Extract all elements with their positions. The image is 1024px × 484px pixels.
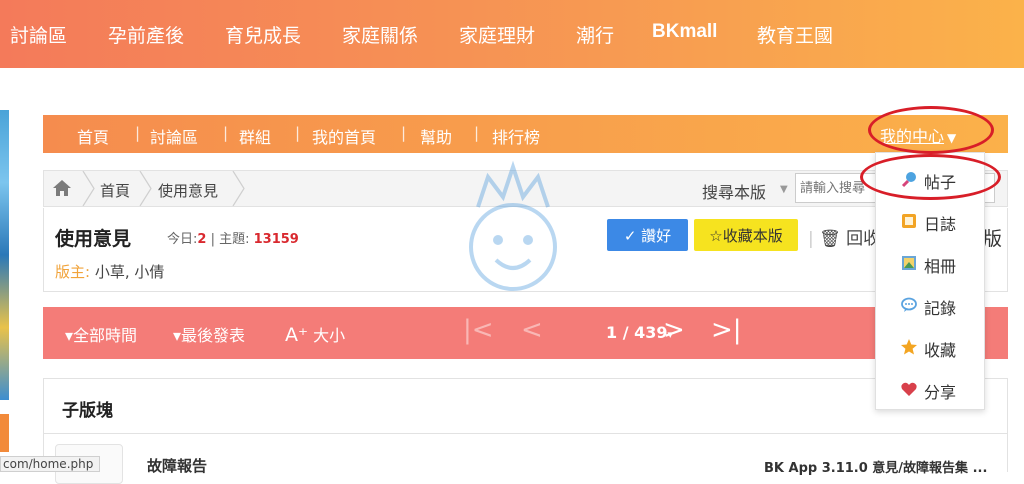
menu-item-label: 相冊 (924, 257, 957, 276)
menu-item-label: 日誌 (924, 215, 957, 234)
top-nav-forum[interactable]: 討論區 (10, 21, 67, 48)
prev-page-icon: < (521, 315, 543, 345)
record-icon (901, 297, 917, 312)
moderators: 版主: 小草, 小倩 (55, 261, 164, 282)
highlight-ring-my-center (868, 106, 994, 154)
forum-stats: 今日:2 | 主題: 13159 (167, 232, 299, 247)
divider: | (808, 229, 814, 249)
trash-icon: 🗑 (819, 229, 841, 249)
top-nav-parenting[interactable]: 育兒成長 (225, 21, 301, 48)
top-nav-trend[interactable]: 潮行 (576, 21, 614, 48)
caret-down-icon[interactable]: ▼ (780, 184, 788, 195)
font-size-button[interactable]: A⁺ 大小 (285, 322, 345, 346)
mascot-watermark-icon (469, 160, 557, 291)
sub-nav-ranking[interactable]: 排行榜 (492, 124, 540, 148)
today-count: 2 (197, 232, 207, 247)
chevron-right-icon (82, 171, 95, 206)
sub-nav-home[interactable]: 首頁 (77, 124, 109, 148)
like-button[interactable]: ✓ 讚好 (607, 219, 688, 251)
first-page-icon: |< (463, 315, 494, 345)
font-size-label: 大小 (313, 326, 346, 345)
font-size-icon: A⁺ (285, 324, 309, 346)
star-outline-icon: ☆ (709, 227, 723, 245)
top-nav-education[interactable]: 教育王國 (757, 21, 833, 48)
menu-item-favorites[interactable]: 收藏 (876, 327, 986, 367)
breadcrumb-feedback[interactable]: 使用意見 (158, 180, 218, 201)
thread-toolbar: ▾全部時間 ▾最後發表 A⁺ 大小 |< < 1 / 439▾ > >| (43, 307, 1008, 359)
chevron-right-icon (139, 171, 152, 206)
sub-nav-divider: | (135, 124, 141, 142)
subforum-last-post[interactable]: BK App 3.11.0 意見/故障報告集 ... (764, 457, 987, 476)
top-nav-family[interactable]: 家庭關係 (342, 21, 418, 48)
moderator-names[interactable]: 小草, 小倩 (95, 263, 165, 281)
chevron-right-icon (232, 171, 245, 206)
favorite-label: 收藏本版 (722, 227, 783, 245)
recycle-link[interactable]: | 🗑 回收 (808, 224, 880, 249)
page-indicator: 1 / 439 (606, 323, 668, 342)
sub-nav-help[interactable]: 幫助 (420, 124, 452, 148)
next-page-icon[interactable]: > (663, 315, 685, 345)
topics-count: 13159 (253, 232, 299, 247)
sub-nav-divider: | (401, 124, 407, 142)
menu-item-label: 記錄 (924, 299, 957, 318)
left-side-tab[interactable] (0, 414, 9, 452)
menu-item-diary[interactable]: 日誌 (876, 201, 986, 241)
search-scope-select[interactable]: 搜尋本版 (702, 179, 766, 203)
top-nav-finance[interactable]: 家庭理財 (459, 21, 535, 48)
today-label: 今日: (167, 232, 198, 247)
sub-nav-forum[interactable]: 討論區 (150, 124, 198, 148)
sub-nav: 首頁 | 討論區 | 群組 | 我的首頁 | 幫助 | 排行榜 (43, 115, 1008, 153)
menu-item-share[interactable]: 分享 (876, 369, 986, 409)
top-nav-pregnancy[interactable]: 孕前產後 (108, 21, 184, 48)
like-label: 讚好 (641, 227, 672, 245)
home-icon[interactable] (52, 179, 72, 197)
check-icon: ✓ (623, 227, 637, 245)
time-filter-label: 全部時間 (73, 326, 138, 345)
menu-item-album[interactable]: 相冊 (876, 243, 986, 283)
diary-icon (902, 214, 916, 228)
subforum-section (43, 378, 1008, 434)
sub-nav-groups[interactable]: 群組 (239, 124, 271, 148)
sub-nav-divider: | (223, 124, 229, 142)
last-page-icon[interactable]: >| (711, 315, 742, 345)
subforum-heading: 子版塊 (62, 401, 113, 421)
left-banner-ad[interactable] (0, 110, 9, 400)
sub-nav-divider: | (474, 124, 480, 142)
menu-item-label: 分享 (924, 383, 957, 402)
topics-label: 主題: (219, 232, 250, 247)
status-bar-url: com/home.php (0, 456, 101, 472)
share-icon (901, 382, 917, 396)
star-icon (901, 339, 917, 355)
time-filter-dropdown[interactable]: ▾全部時間 (65, 322, 137, 346)
sub-nav-my-home[interactable]: 我的首頁 (312, 124, 376, 148)
sort-dropdown[interactable]: ▾最後發表 (173, 322, 245, 346)
top-nav: 討論區 孕前產後 育兒成長 家庭關係 家庭理財 潮行 BKmall 教育王國 (0, 0, 1024, 68)
forum-title: 使用意見 (55, 228, 132, 250)
highlight-ring-posts (860, 154, 1001, 200)
subforum-row-title[interactable]: 故障報告 (147, 455, 207, 476)
breadcrumb-home[interactable]: 首頁 (100, 180, 130, 201)
menu-item-records[interactable]: 記錄 (876, 285, 986, 325)
favorite-forum-button[interactable]: ☆收藏本版 (694, 219, 798, 251)
sort-label: 最後發表 (181, 326, 246, 345)
album-icon (902, 256, 916, 270)
top-nav-bkmall[interactable]: BKmall (652, 21, 717, 43)
sub-nav-divider: | (295, 124, 301, 142)
menu-item-label: 收藏 (924, 341, 957, 360)
moderators-label: 版主: (55, 263, 91, 281)
